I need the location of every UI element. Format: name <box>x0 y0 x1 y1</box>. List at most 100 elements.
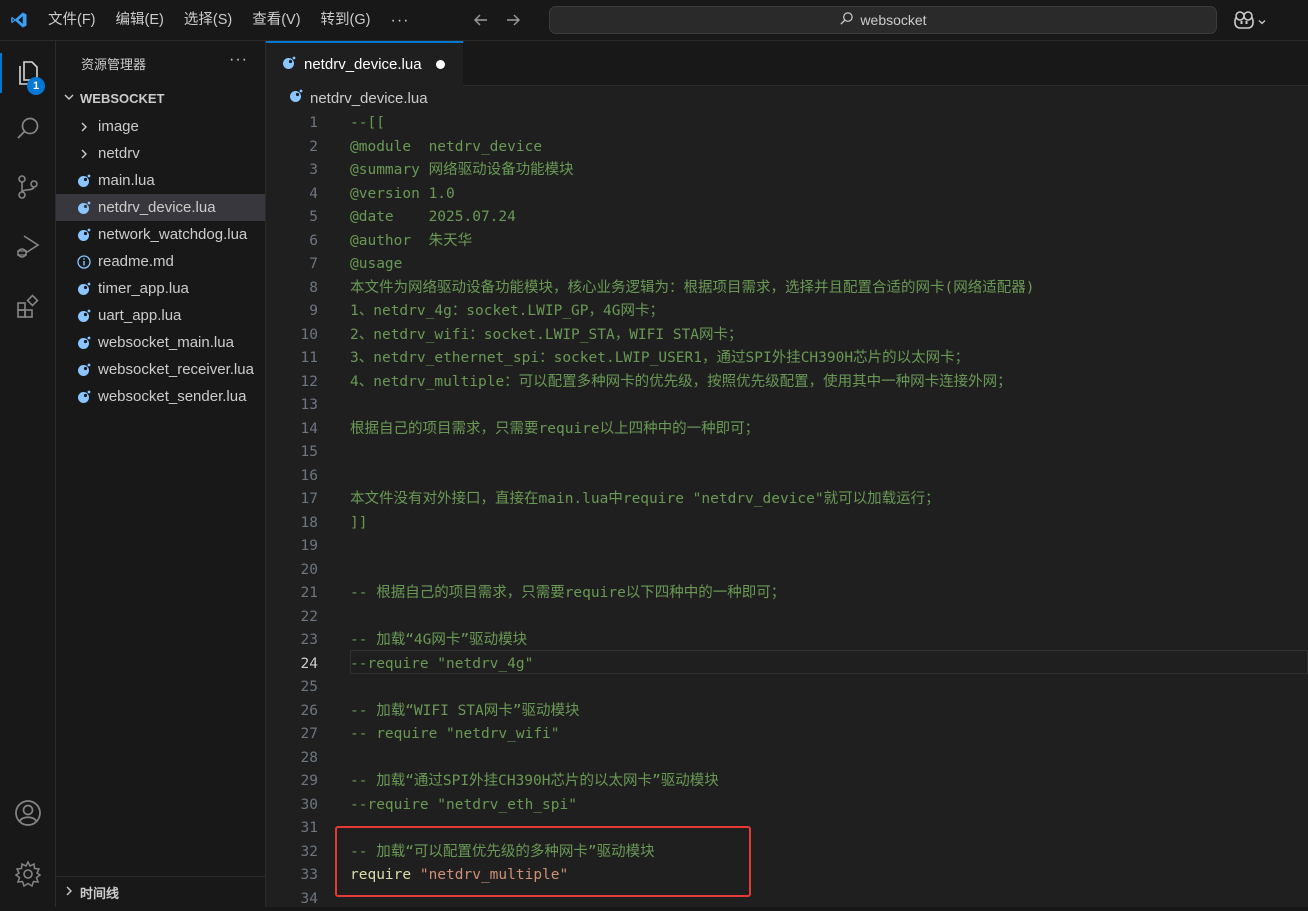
code-text: --[[ <box>350 115 385 131</box>
line-number: 12 <box>300 373 318 390</box>
menu-selection[interactable]: 选择(S) <box>174 0 242 41</box>
red-highlight-box <box>335 826 751 897</box>
lua-file-icon <box>76 389 92 405</box>
manage-activity-button[interactable] <box>0 851 56 899</box>
code-line[interactable]: 18]] <box>266 512 1308 536</box>
menu-edit[interactable]: 编辑(E) <box>106 0 174 41</box>
code-line[interactable]: 14 根据自己的项目需求，只需要require以上四种中的一种即可； <box>266 418 1308 442</box>
source-control-activity-button[interactable] <box>0 164 56 212</box>
tree-file-uart-app-lua[interactable]: uart_app.lua <box>56 302 265 329</box>
timeline-section[interactable]: 时间线 <box>56 876 265 907</box>
code-line[interactable]: 10 2、netdrv_wifi：socket.LWIP_STA，WIFI STA… <box>266 324 1308 348</box>
copilot-button[interactable] <box>1233 10 1267 33</box>
code-line[interactable]: 8 本文件为网络驱动设备功能模块，核心业务逻辑为：根据项目需求，选择并且配置合适的… <box>266 277 1308 301</box>
tree-file-network-watchdog-lua[interactable]: network_watchdog.lua <box>56 221 265 248</box>
code-line[interactable]: 28 <box>266 747 1308 771</box>
code-line[interactable]: 5 @date 2025.07.24 <box>266 206 1308 230</box>
search-activity-button[interactable] <box>0 106 56 154</box>
code-line[interactable]: 27 -- require "netdrv_wifi" <box>266 723 1308 747</box>
search-icon <box>14 115 42 146</box>
chevron-down-icon <box>62 90 76 107</box>
code-line[interactable]: 16 <box>266 465 1308 489</box>
extensions-activity-button[interactable] <box>0 284 56 332</box>
tab-label: netdrv_device.lua <box>304 56 422 73</box>
code-line[interactable]: 7 @usage <box>266 253 1308 277</box>
menu-file[interactable]: 文件(F) <box>38 0 106 41</box>
code-text: -- 加载“4G网卡”驱动模块 <box>350 632 528 648</box>
code-line[interactable]: 15 <box>266 441 1308 465</box>
run-debug-activity-button[interactable] <box>0 223 56 271</box>
tree-file-websocket-main-lua[interactable]: websocket_main.lua <box>56 329 265 356</box>
code-line[interactable]: 20 <box>266 559 1308 583</box>
tab-netdrv-device-lua[interactable]: netdrv_device.lua <box>266 41 463 86</box>
menu-more-button[interactable]: ··· <box>380 0 419 41</box>
code-line[interactable]: 30 --require "netdrv_eth_spi" <box>266 794 1308 818</box>
code-line[interactable]: 21 -- 根据自己的项目需求，只需要require以下四种中的一种即可； <box>266 582 1308 606</box>
explorer-title: 资源管理器 <box>81 57 147 72</box>
search-icon <box>839 11 854 29</box>
code-line[interactable]: 3 @summary 网络驱动设备功能模块 <box>266 159 1308 183</box>
tree-folder-netdrv[interactable]: netdrv <box>56 140 265 167</box>
line-number: 1 <box>309 115 318 131</box>
code-line[interactable]: 26 -- 加载“WIFI STA网卡”驱动模块 <box>266 700 1308 724</box>
explorer-more-button[interactable]: ··· <box>229 51 248 69</box>
line-number: 24 <box>300 655 318 672</box>
lua-file-icon <box>76 308 92 324</box>
code-line[interactable]: 13 <box>266 394 1308 418</box>
code-line[interactable]: 1 --[[ <box>266 112 1308 136</box>
command-center-search[interactable]: websocket <box>549 6 1217 34</box>
tree-folder-image[interactable]: image <box>56 113 265 140</box>
code-line[interactable]: 11 3、netdrv_ethernet_spi：socket.LWIP_USER… <box>266 347 1308 371</box>
chevron-right-icon <box>62 884 76 901</box>
code-text: 本文件没有对外接口，直接在main.lua中require "netdrv_de… <box>350 491 940 507</box>
code-line[interactable]: 9 1、netdrv_4g：socket.LWIP_GP，4G网卡； <box>266 300 1308 324</box>
code-line[interactable]: 4 @version 1.0 <box>266 183 1308 207</box>
explorer-activity-button[interactable]: 1 <box>0 49 56 97</box>
tree-file-websocket-receiver-lua[interactable]: websocket_receiver.lua <box>56 356 265 383</box>
unsaved-dot-icon[interactable] <box>435 60 445 69</box>
title-bar: 文件(F) 编辑(E) 选择(S) 查看(V) 转到(G) ··· websoc… <box>0 0 1308 41</box>
line-number: 19 <box>300 538 318 554</box>
code-line[interactable]: 22 <box>266 606 1308 630</box>
forward-arrow-icon[interactable] <box>503 10 523 30</box>
line-number: 21 <box>300 585 318 601</box>
tree-file-main-lua[interactable]: main.lua <box>56 167 265 194</box>
code-text: 2、netdrv_wifi：socket.LWIP_STA，WIFI STA网卡… <box>350 326 743 343</box>
tree-item-label: websocket_sender.lua <box>98 388 247 405</box>
workspace-root[interactable]: WEBSOCKET <box>62 90 165 107</box>
code-line[interactable]: 19 <box>266 535 1308 559</box>
tree-item-label: main.lua <box>98 172 155 189</box>
tree-file-netdrv-device-lua[interactable]: netdrv_device.lua <box>56 194 265 221</box>
line-number: 23 <box>300 632 318 648</box>
line-number: 6 <box>309 232 318 249</box>
tree-file-timer-app-lua[interactable]: timer_app.lua <box>56 275 265 302</box>
code-text: @module netdrv_device <box>350 138 543 155</box>
code-editor[interactable]: 1 --[[ 2 @module netdrv_device 3 @summary 网络驱… <box>266 112 1308 907</box>
code-line[interactable]: 2 @module netdrv_device <box>266 136 1308 160</box>
back-arrow-icon[interactable] <box>471 10 491 30</box>
code-line[interactable]: 29 -- 加载“通过SPI外挂CH390H芯片的以太网卡”驱动模块 <box>266 770 1308 794</box>
code-line[interactable]: 23 -- 加载“4G网卡”驱动模块 <box>266 629 1308 653</box>
tree-file-websocket-sender-lua[interactable]: websocket_sender.lua <box>56 383 265 410</box>
code-text: -- require "netdrv_wifi" <box>350 726 560 742</box>
menu-go[interactable]: 转到(G) <box>311 0 381 41</box>
tree-item-label: websocket_main.lua <box>98 334 234 351</box>
code-line[interactable]: 12 4、netdrv_multiple：可以配置多种网卡的优先级，按照优先级配置… <box>266 371 1308 395</box>
code-line[interactable]: 25 <box>266 676 1308 700</box>
breadcrumb-item[interactable]: netdrv_device.lua <box>310 90 428 107</box>
code-line[interactable]: 6 @author 朱天华 <box>266 230 1308 254</box>
lua-file-icon <box>76 173 92 189</box>
menu-view[interactable]: 查看(V) <box>242 0 310 41</box>
code-text: @date 2025.07.24 <box>350 209 516 225</box>
chevron-right-icon <box>76 146 92 162</box>
lua-file-icon <box>76 335 92 351</box>
run-debug-icon <box>14 232 42 263</box>
status-bar <box>0 907 1308 911</box>
code-text: -- 加载“WIFI STA网卡”驱动模块 <box>350 702 580 719</box>
workspace-root-label: WEBSOCKET <box>80 91 165 106</box>
line-number: 30 <box>300 796 318 813</box>
gear-icon <box>13 859 43 892</box>
accounts-activity-button[interactable] <box>0 790 56 838</box>
code-line[interactable]: 17 本文件没有对外接口，直接在main.lua中require "netdrv_… <box>266 488 1308 512</box>
tree-file-readme-md[interactable]: readme.md <box>56 248 265 275</box>
